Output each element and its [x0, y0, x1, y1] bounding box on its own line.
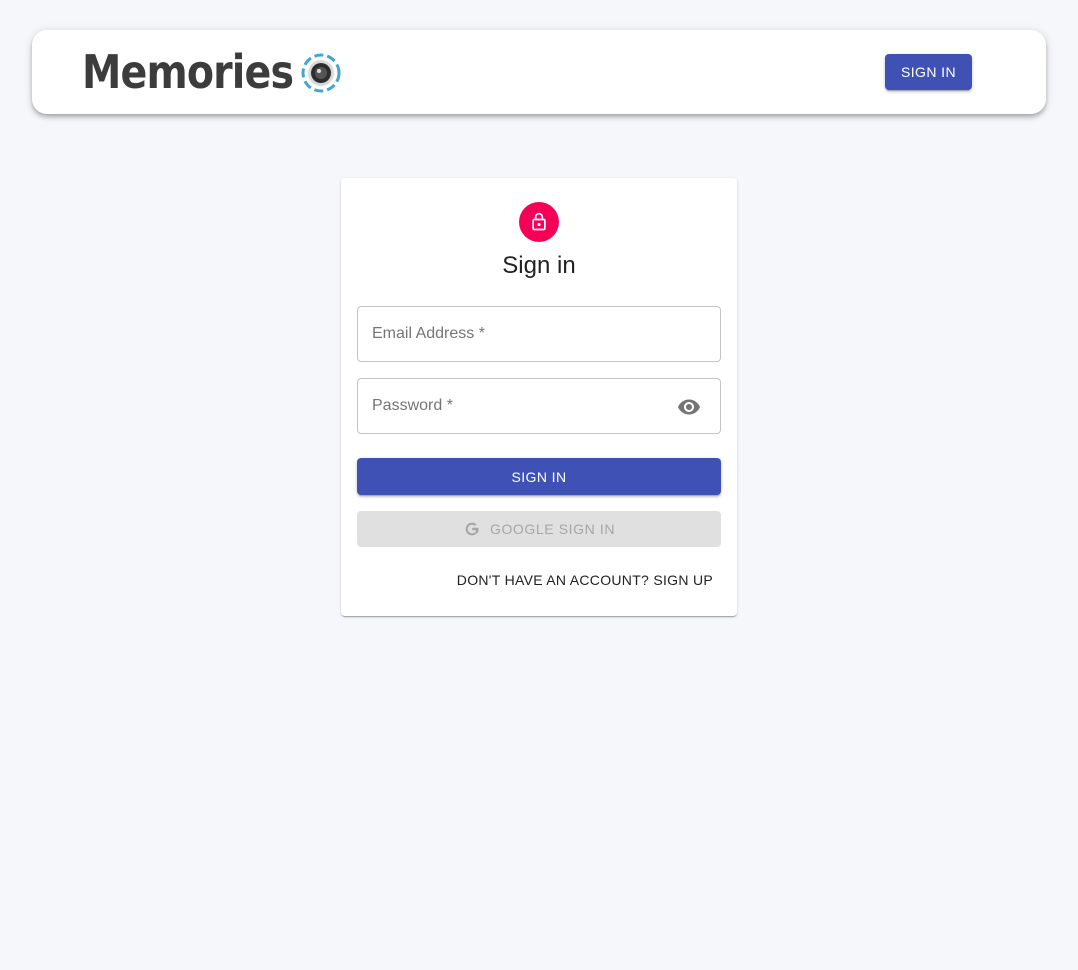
- visibility-icon: [678, 399, 700, 415]
- sign-in-button[interactable]: SIGN IN: [357, 458, 721, 495]
- google-icon: [465, 522, 479, 536]
- email-field-container: [357, 306, 721, 362]
- lock-icon: [532, 212, 546, 231]
- password-field-container: [357, 378, 721, 434]
- camera-lens-icon: [301, 53, 341, 93]
- brand-text: Memories: [82, 45, 294, 99]
- google-sign-in-label: GOOGLE SIGN IN: [489, 521, 616, 537]
- password-field[interactable]: [358, 379, 720, 433]
- google-sign-in-button[interactable]: GOOGLE SIGN IN: [357, 511, 721, 547]
- sign-up-link[interactable]: DON'T HAVE AN ACCOUNT? SIGN UP: [457, 572, 713, 588]
- toggle-password-visibility-button[interactable]: [672, 390, 706, 424]
- page-title: Sign in: [502, 252, 576, 279]
- brand-link[interactable]: Memories: [82, 48, 328, 96]
- avatar: [519, 202, 559, 242]
- email-field[interactable]: [358, 307, 720, 361]
- sign-in-card: Sign in SIGN IN GOOGLE SIGN IN DON'T HAV…: [341, 178, 737, 616]
- app-bar: Memories SIGN IN: [32, 30, 1046, 114]
- header-sign-in-button[interactable]: SIGN IN: [885, 54, 972, 90]
